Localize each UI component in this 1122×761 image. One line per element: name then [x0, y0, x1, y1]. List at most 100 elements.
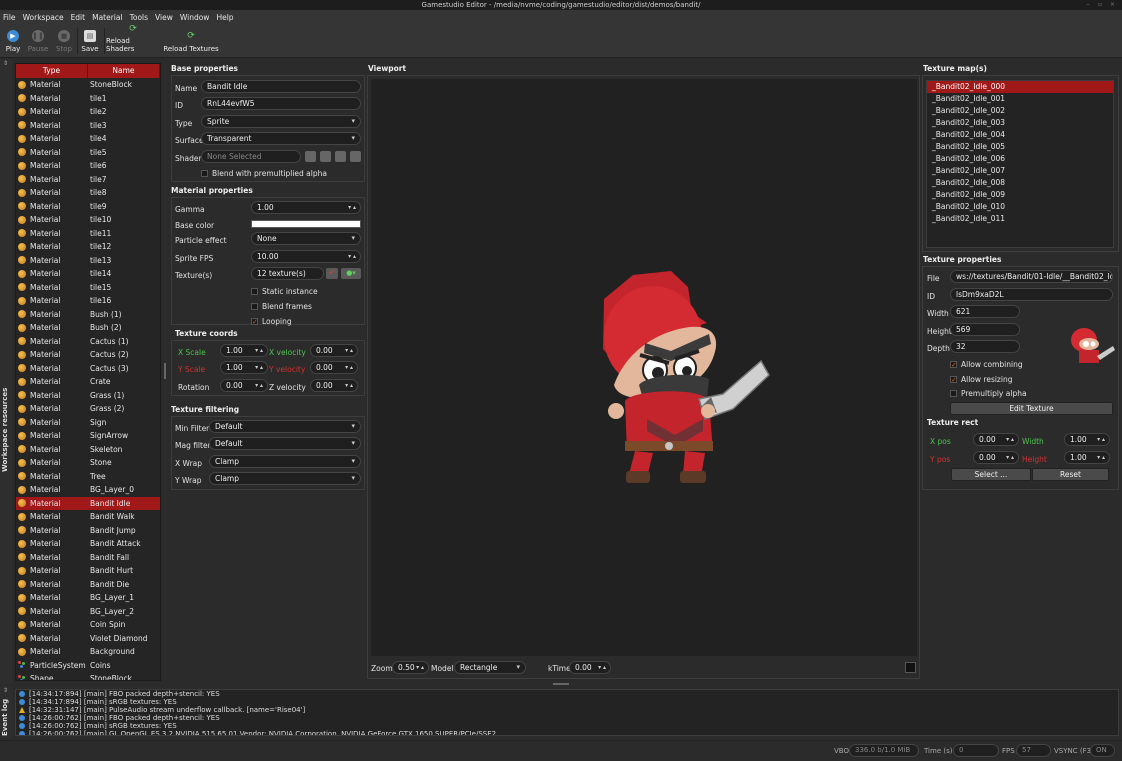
save-button[interactable]: ▤ Save — [80, 26, 100, 56]
table-row[interactable]: Material BG_Layer_0 — [16, 483, 160, 497]
menu-help[interactable]: Help — [216, 13, 233, 22]
texture-map-item[interactable]: _Bandit02_Idle_008 — [927, 177, 1113, 189]
model-select[interactable]: Rectangle — [454, 661, 526, 674]
reset-textures-icon[interactable]: ↶ — [326, 268, 338, 279]
sprite-fps-spinbox[interactable]: 10.00 — [251, 250, 361, 263]
viewport-canvas[interactable] — [371, 79, 917, 656]
y-velocity-spinbox[interactable]: 0.00 — [310, 361, 358, 374]
table-row[interactable]: Material tile14 — [16, 267, 160, 281]
vsync-field[interactable]: ON — [1090, 744, 1115, 757]
table-row[interactable]: Material StoneBlock — [16, 78, 160, 92]
x-wrap-select[interactable]: Clamp — [209, 455, 361, 468]
shader-edit-button[interactable] — [335, 151, 346, 162]
texture-map-item[interactable]: _Bandit02_Idle_009 — [927, 189, 1113, 201]
table-row[interactable]: Material tile12 — [16, 240, 160, 254]
menu-material[interactable]: Material — [92, 13, 122, 22]
id-field[interactable]: RnL44evfW5 — [201, 97, 361, 110]
table-row[interactable]: Shape StoneBlock — [16, 672, 160, 680]
reload-textures-button[interactable]: ⟳ Reload Textures — [163, 26, 219, 56]
gamma-spinbox[interactable]: 1.00 — [251, 201, 361, 214]
table-row[interactable]: Material tile13 — [16, 254, 160, 268]
texture-id-field[interactable]: lsDm9xaD2L — [950, 288, 1113, 301]
height-field[interactable]: 569 — [950, 323, 1020, 336]
textures-field[interactable]: 12 texture(s) — [251, 267, 324, 280]
table-row[interactable]: Material Bush (2) — [16, 321, 160, 335]
table-row[interactable]: Material tile6 — [16, 159, 160, 173]
table-row[interactable]: Material Grass (2) — [16, 402, 160, 416]
looping-checkbox[interactable]: ✓ Looping — [251, 317, 292, 326]
min-filter-select[interactable]: Default — [209, 420, 361, 433]
particle-effect-select[interactable]: None — [251, 232, 361, 245]
name-field[interactable]: Bandit Idle — [201, 80, 361, 93]
texture-map-item[interactable]: _Bandit02_Idle_011 — [927, 213, 1113, 225]
table-row[interactable]: Material tile10 — [16, 213, 160, 227]
table-row[interactable]: Material Violet Diamond — [16, 632, 160, 646]
table-row[interactable]: Material tile4 — [16, 132, 160, 146]
width-field[interactable]: 621 — [950, 305, 1020, 318]
rect-width-spinbox[interactable]: 1.00 — [1064, 433, 1110, 446]
texture-map-item[interactable]: _Bandit02_Idle_005 — [927, 141, 1113, 153]
premultiply-alpha-checkbox[interactable]: Premultiply alpha — [950, 389, 1027, 398]
play-button[interactable]: ▶ Play — [3, 26, 23, 56]
splitter-handle[interactable] — [553, 683, 569, 685]
allow-combining-checkbox[interactable]: ✓ Allow combining — [950, 360, 1023, 369]
table-row[interactable]: Material Cactus (2) — [16, 348, 160, 362]
rotation-spinbox[interactable]: 0.00 — [220, 379, 268, 392]
splitter-handle[interactable] — [164, 363, 166, 379]
table-row[interactable]: Material Background — [16, 645, 160, 659]
table-row[interactable]: Material tile5 — [16, 146, 160, 160]
type-select[interactable]: Sprite — [201, 115, 361, 128]
table-row[interactable]: Material Bandit Walk — [16, 510, 160, 524]
table-row[interactable]: Material tile3 — [16, 119, 160, 133]
texture-map-item[interactable]: _Bandit02_Idle_007 — [927, 165, 1113, 177]
table-row[interactable]: Material tile2 — [16, 105, 160, 119]
rect-height-spinbox[interactable]: 1.00 — [1064, 451, 1110, 464]
stop-button[interactable]: ■ Stop — [54, 26, 74, 56]
static-instance-checkbox[interactable]: Static instance — [251, 287, 318, 296]
menu-edit[interactable]: Edit — [71, 13, 86, 22]
pause-button[interactable]: ❚❚ Pause — [26, 26, 50, 56]
reload-shaders-button[interactable]: ⟳ Reload Shaders — [106, 24, 160, 56]
texture-map-item[interactable]: _Bandit02_Idle_000 — [927, 81, 1113, 93]
texture-map-item[interactable]: _Bandit02_Idle_002 — [927, 105, 1113, 117]
table-row[interactable]: Material Bandit Hurt — [16, 564, 160, 578]
table-row[interactable]: Material Bandit Fall — [16, 551, 160, 565]
table-row[interactable]: Material tile7 — [16, 173, 160, 187]
table-row[interactable]: Material Bandit Die — [16, 578, 160, 592]
table-row[interactable]: Material Grass (1) — [16, 389, 160, 403]
texture-map-item[interactable]: _Bandit02_Idle_003 — [927, 117, 1113, 129]
table-row[interactable]: Material Bandit Idle — [16, 496, 160, 510]
mag-filter-select[interactable]: Default — [209, 437, 361, 450]
blend-frames-checkbox[interactable]: Blend frames — [251, 302, 312, 311]
table-row[interactable]: Material Cactus (3) — [16, 362, 160, 376]
table-row[interactable]: Material Bandit Attack — [16, 537, 160, 551]
column-type-header[interactable]: Type — [16, 64, 88, 78]
shader-select-button[interactable] — [305, 151, 316, 162]
table-row[interactable]: Material Cactus (1) — [16, 335, 160, 349]
texture-map-item[interactable]: _Bandit02_Idle_004 — [927, 129, 1113, 141]
base-color-swatch[interactable] — [251, 220, 361, 228]
texture-map-item[interactable]: _Bandit02_Idle_001 — [927, 93, 1113, 105]
x-velocity-spinbox[interactable]: 0.00 — [310, 344, 358, 357]
table-row[interactable]: Material tile1 — [16, 92, 160, 106]
table-row[interactable]: Material tile9 — [16, 200, 160, 214]
surface-select[interactable]: Transparent — [201, 132, 361, 145]
table-row[interactable]: Material SignArrow — [16, 429, 160, 443]
table-row[interactable]: Material Crate — [16, 375, 160, 389]
dock-float-icon[interactable]: ⇕ — [3, 60, 8, 67]
table-row[interactable]: Material Sign — [16, 416, 160, 430]
table-row[interactable]: Material Stone — [16, 456, 160, 470]
reset-rect-button[interactable]: Reset — [1032, 468, 1109, 481]
zoom-spinbox[interactable]: 0.50 — [392, 661, 429, 674]
edit-texture-button[interactable]: Edit Texture — [950, 402, 1113, 415]
shader-create-button[interactable] — [320, 151, 331, 162]
table-row[interactable]: Material tile11 — [16, 227, 160, 241]
table-row[interactable]: Material Skeleton — [16, 443, 160, 457]
table-row[interactable]: Material BG_Layer_2 — [16, 605, 160, 619]
table-row[interactable]: ParticleSystem Coins — [16, 659, 160, 673]
x-pos-spinbox[interactable]: 0.00 — [973, 433, 1019, 446]
y-wrap-select[interactable]: Clamp — [209, 472, 361, 485]
select-rect-button[interactable]: Select ... — [951, 468, 1031, 481]
table-row[interactable]: Material tile8 — [16, 186, 160, 200]
menu-view[interactable]: View — [155, 13, 173, 22]
